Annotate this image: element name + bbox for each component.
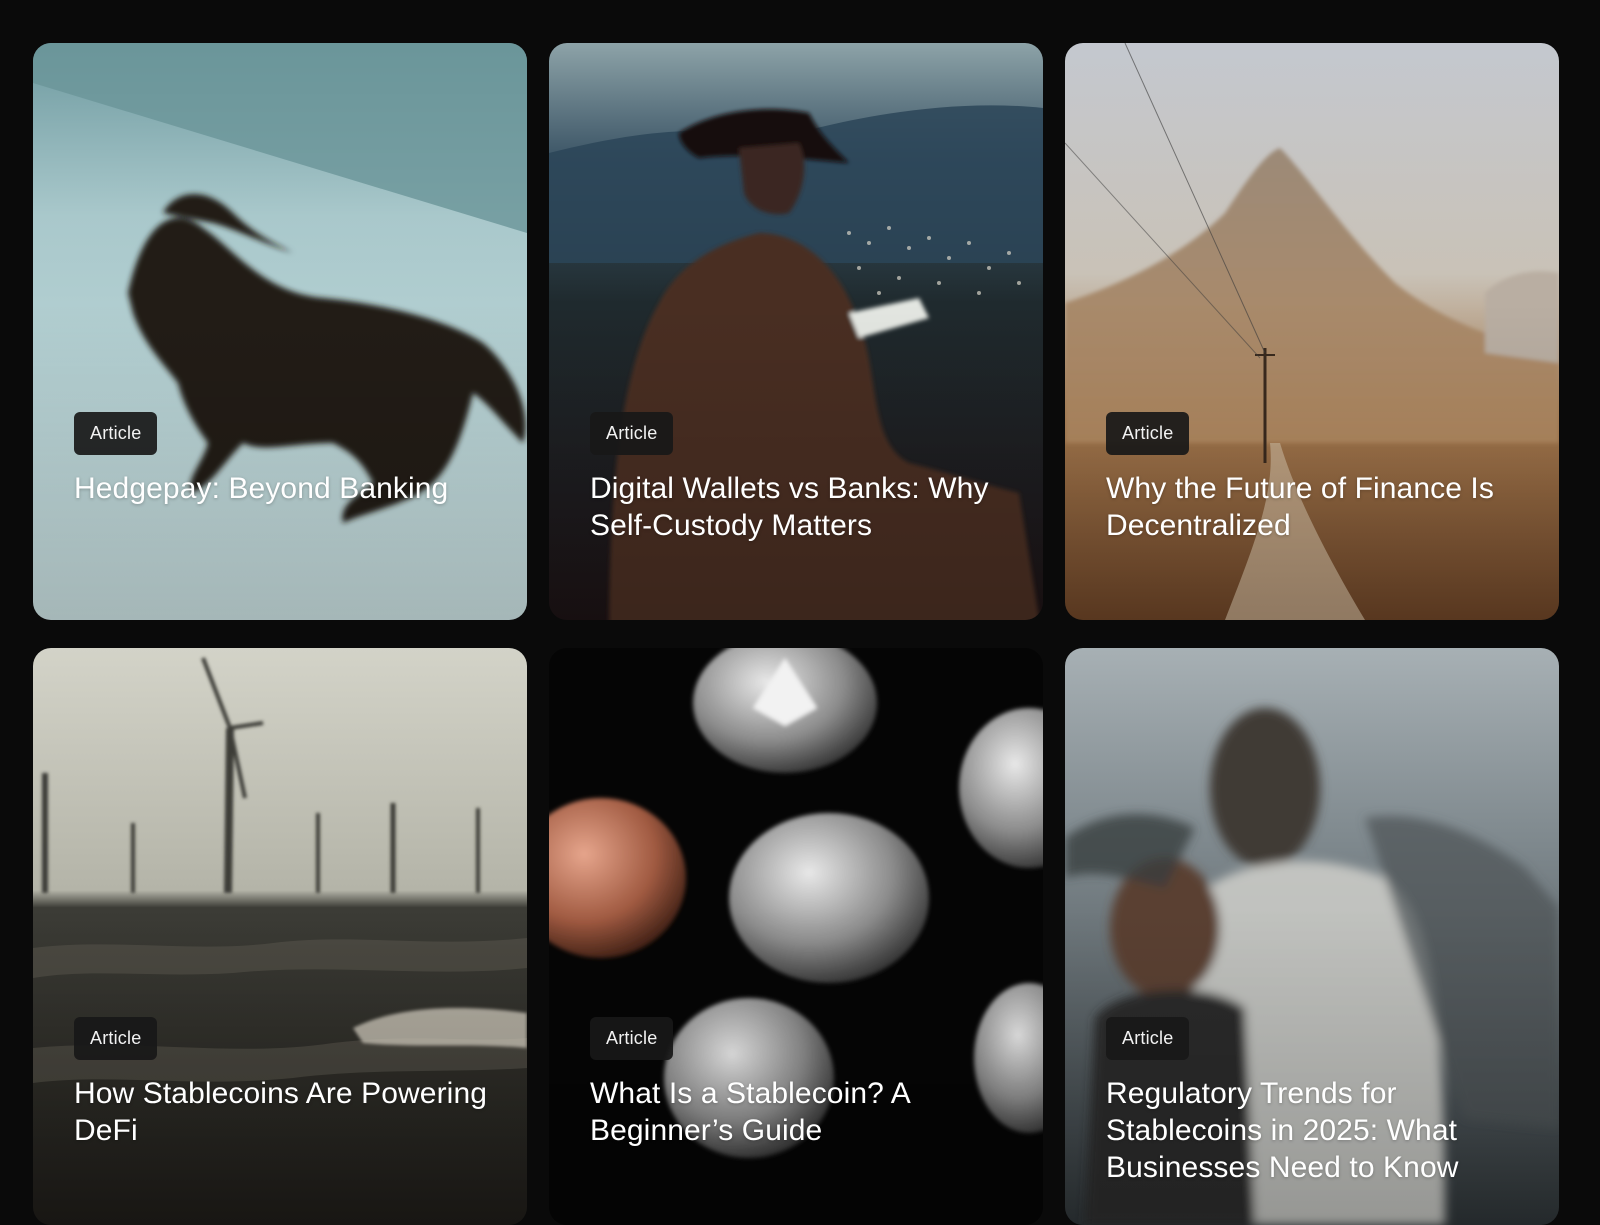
article-meta: Article Hedgepay: Beyond Banking bbox=[74, 412, 497, 507]
galloping-horse-image bbox=[33, 43, 527, 620]
article-badge: Article bbox=[590, 1017, 674, 1060]
article-badge: Article bbox=[1106, 1017, 1190, 1060]
article-badge: Article bbox=[74, 412, 158, 455]
article-card-regulatory-trends[interactable]: Article Regulatory Trends for Stablecoin… bbox=[1065, 648, 1559, 1225]
article-card-stablecoins-defi[interactable]: Article How Stablecoins Are Powering DeF… bbox=[33, 648, 527, 1225]
article-card-what-is-stablecoin[interactable]: Article What Is a Stablecoin? A Beginner… bbox=[549, 648, 1043, 1225]
article-grid: Article Hedgepay: Beyond Banking Article… bbox=[33, 43, 1561, 1225]
article-meta: Article What Is a Stablecoin? A Beginner… bbox=[590, 1017, 1013, 1149]
article-badge: Article bbox=[74, 1017, 158, 1060]
article-meta: Article Why the Future of Finance Is Dec… bbox=[1106, 412, 1529, 544]
article-meta: Article Digital Wallets vs Banks: Why Se… bbox=[590, 412, 1013, 544]
article-title[interactable]: Regulatory Trends for Stablecoins in 202… bbox=[1106, 1075, 1529, 1186]
article-card-future-of-finance[interactable]: Article Why the Future of Finance Is Dec… bbox=[1065, 43, 1559, 620]
article-title[interactable]: What Is a Stablecoin? A Beginner’s Guide bbox=[590, 1075, 1013, 1149]
article-meta: Article Regulatory Trends for Stablecoin… bbox=[1106, 1017, 1529, 1186]
article-title[interactable]: Why the Future of Finance Is Decentraliz… bbox=[1106, 470, 1529, 544]
article-badge: Article bbox=[1106, 412, 1190, 455]
article-title[interactable]: How Stablecoins Are Powering DeFi bbox=[74, 1075, 497, 1149]
article-badge: Article bbox=[590, 412, 674, 455]
article-title[interactable]: Digital Wallets vs Banks: Why Self-Custo… bbox=[590, 470, 1013, 544]
article-card-digital-wallets[interactable]: Article Digital Wallets vs Banks: Why Se… bbox=[549, 43, 1043, 620]
article-card-hedgepay[interactable]: Article Hedgepay: Beyond Banking bbox=[33, 43, 527, 620]
article-title[interactable]: Hedgepay: Beyond Banking bbox=[74, 470, 497, 507]
article-meta: Article How Stablecoins Are Powering DeF… bbox=[74, 1017, 497, 1149]
